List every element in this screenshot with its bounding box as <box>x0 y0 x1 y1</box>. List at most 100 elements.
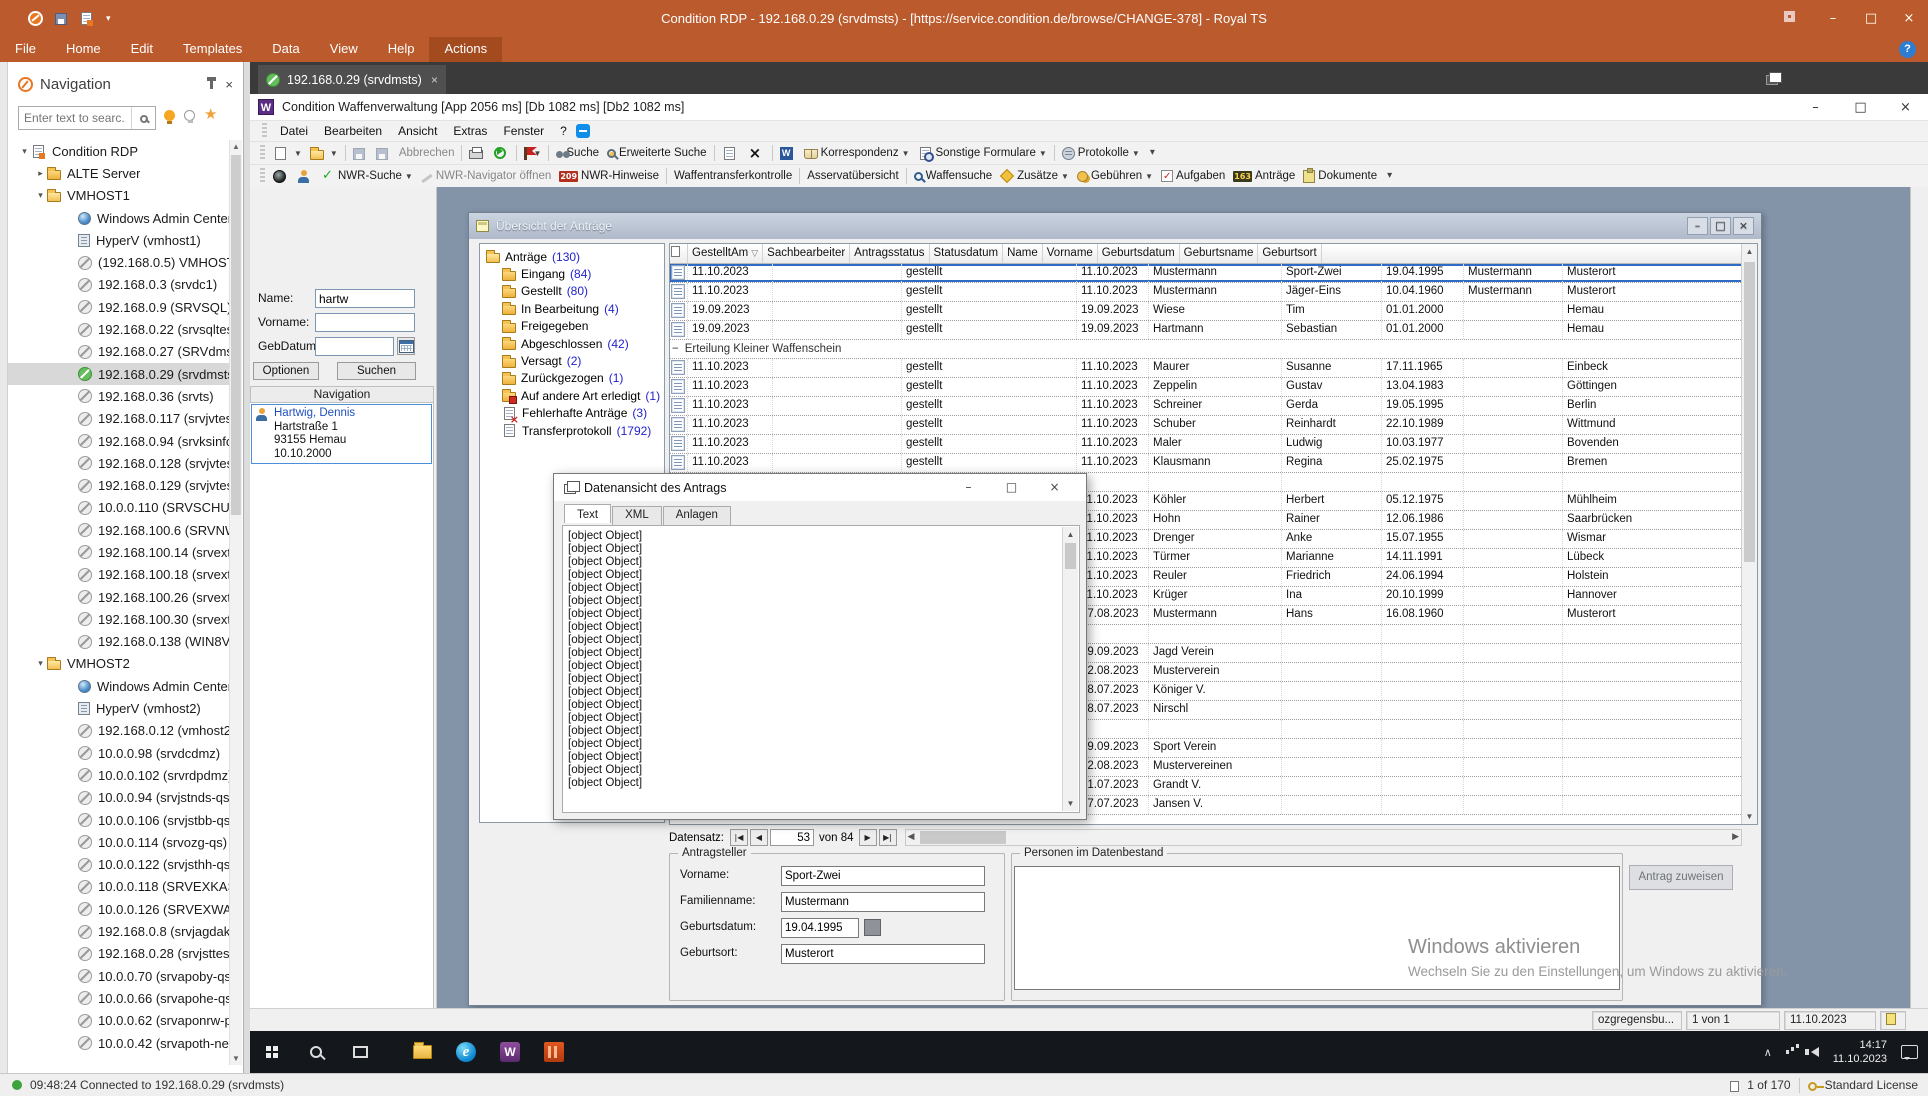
toolbar-button[interactable]: ▼ <box>269 146 306 161</box>
nav-item[interactable]: 10.0.0.62 (srvaponrw-pilot) <box>8 1010 230 1032</box>
nav-item[interactable]: 10.0.0.126 (SRVEXWAFFE) <box>8 898 230 920</box>
tree-item[interactable]: Fehlerhafte Anträge (3) <box>480 405 664 422</box>
menu-item[interactable]: Ansicht <box>391 124 444 138</box>
tree-item[interactable]: Abgeschlossen (42) <box>480 335 664 352</box>
toolbar-button[interactable]: ▼ <box>714 145 715 161</box>
toolbar-button[interactable]: ▼ <box>465 146 490 160</box>
person-card[interactable]: Hartwig, Dennis Hartstraße 1 93155 Hemau… <box>251 404 432 464</box>
layout-grid-icon[interactable] <box>1784 11 1795 22</box>
column-header[interactable]: Geburtsname▽ <box>1180 244 1259 263</box>
nav-item[interactable]: 10.0.0.110 (SRVSCHULUNG <box>8 497 230 519</box>
taskbar-clock[interactable]: 14:17 11.10.2023 <box>1833 1038 1887 1066</box>
toolbar-button[interactable]: Korrespondenz ▼ <box>800 146 914 160</box>
favorites-star-icon[interactable] <box>204 108 218 122</box>
tree-item[interactable]: In Bearbeitung (4) <box>480 300 664 317</box>
search-icon[interactable] <box>140 115 148 123</box>
ribbon-tab[interactable]: Help <box>373 37 430 62</box>
nav-item[interactable]: 192.168.0.36 (srvts) <box>8 385 230 407</box>
nav-item[interactable]: 10.0.0.122 (srvjsthh-qs) <box>8 854 230 876</box>
toolbar-button[interactable]: NWR-Suche ▼ <box>317 168 417 184</box>
toolbar-button[interactable]: ▼ <box>349 146 372 161</box>
nav-item[interactable]: ▾ VMHOST2 <box>8 653 230 675</box>
start-button[interactable] <box>250 1031 294 1073</box>
app-maximize-button[interactable]: □ <box>1838 94 1883 121</box>
child-minimize-button[interactable]: – <box>1687 217 1708 235</box>
nav-item[interactable]: 192.168.100.6 (SRVNWRFL <box>8 519 230 541</box>
file-explorer-icon[interactable] <box>400 1031 444 1073</box>
expander-icon[interactable]: ▾ <box>18 146 31 157</box>
tree-item[interactable]: Versagt (2) <box>480 352 664 369</box>
expander-icon[interactable]: ▸ <box>34 168 47 179</box>
close-button[interactable]: × <box>1890 0 1928 37</box>
tree-item[interactable]: Gestellt (80) <box>480 283 664 300</box>
workspace-scrollbar[interactable] <box>1910 187 1928 1008</box>
bulb-on-icon[interactable] <box>164 110 175 121</box>
table-row[interactable]: − 11.10.2023 gestellt 11.10.2023 Maler L… <box>670 435 1757 454</box>
toolbar-button[interactable]: Aufgaben ▼ <box>1157 169 1229 183</box>
toolbar-button[interactable]: ▼ <box>516 145 517 161</box>
nav-item[interactable]: 10.0.0.66 (srvapohe-qs) <box>8 987 230 1009</box>
toolbar-button[interactable]: ▼ <box>744 145 769 161</box>
column-header[interactable]: Geburtsort▽ <box>1258 244 1321 263</box>
xml-text-area[interactable]: [object Object] [object Object] [object … <box>564 527 1062 811</box>
toolbar-button[interactable]: Waffensuche ▼ <box>910 169 996 183</box>
toolbar-button[interactable]: ▼ <box>772 145 773 161</box>
app-close-button[interactable]: × <box>1883 94 1928 121</box>
close-panel-icon[interactable]: × <box>225 77 233 92</box>
ribbon-tab[interactable]: View <box>315 37 373 62</box>
nav-item[interactable]: 10.0.0.98 (srvdcdmz) <box>8 742 230 764</box>
table-row[interactable]: − 19.09.2023 gestellt 19.09.2023 Wiese T… <box>670 302 1757 321</box>
dialog-tab[interactable]: Anlagen <box>663 506 731 525</box>
table-horizontal-scrollbar[interactable]: ◀▶ <box>905 829 1742 846</box>
ribbon-tab[interactable]: Home <box>51 37 116 62</box>
nav-item[interactable]: 192.168.0.9 (SRVSQL) <box>8 296 230 318</box>
menu-item[interactable]: Extras <box>446 124 494 138</box>
table-row[interactable]: − 19.09.2023 gestellt 19.09.2023 Hartman… <box>670 321 1757 340</box>
field-picker-button[interactable] <box>864 919 881 936</box>
pin-icon[interactable] <box>210 80 213 89</box>
dialog-tab[interactable]: Text <box>564 504 611 523</box>
column-header[interactable]: Sachbearbeiter▽ <box>763 244 850 263</box>
toolbar-button[interactable]: ▼ <box>306 146 342 161</box>
toolbar-button[interactable]: ▼ <box>1144 145 1169 161</box>
toolbar-button[interactable]: ▼ <box>345 145 346 161</box>
taskbar-search-icon[interactable] <box>294 1031 338 1073</box>
column-header[interactable]: Statusdatum▽ <box>930 244 1004 263</box>
field-input[interactable] <box>781 944 985 964</box>
table-scrollbar[interactable]: ▲▼ <box>1741 244 1757 824</box>
table-row[interactable]: − 11.10.2023 gestellt 11.10.2023 Musterm… <box>670 283 1757 302</box>
nav-item[interactable]: 192.168.0.12 (vmhost2) <box>8 720 230 742</box>
nav-item[interactable]: 192.168.0.29 (srvdmsts) <box>8 363 230 385</box>
menu-item[interactable]: Fenster <box>496 124 551 138</box>
toolbar-button[interactable]: ▼ <box>718 146 744 161</box>
nav-item[interactable]: 192.168.0.94 (srvksinfoma <box>8 430 230 452</box>
speaker-icon[interactable] <box>1811 1047 1819 1057</box>
dialog-minimize-button[interactable]: – <box>947 474 990 501</box>
maximize-button[interactable]: □ <box>1852 0 1890 37</box>
toolbar-button[interactable]: ▼ <box>666 168 667 184</box>
nav-item[interactable]: ▾ VMHOST1 <box>8 185 230 207</box>
nav-item[interactable]: 192.168.100.18 (srvextest0 <box>8 564 230 586</box>
optionen-button[interactable]: Optionen <box>253 362 319 380</box>
help-icon[interactable]: ? <box>1899 41 1916 58</box>
dialog-close-button[interactable]: × <box>1033 474 1076 501</box>
expander-icon[interactable]: ▾ <box>34 658 47 669</box>
nav-item[interactable]: 192.168.0.117 (srvjvtestdev <box>8 408 230 430</box>
ribbon-tab[interactable]: File <box>0 37 51 62</box>
toolbar-button[interactable]: 209 NWR-Hinweise ▼ <box>555 169 663 183</box>
nav-item[interactable]: (192.168.0.5) VMHOST1 <box>8 251 230 273</box>
last-record-button[interactable]: ▶| <box>879 829 897 846</box>
nav-item[interactable]: 10.0.0.42 (srvapoth-neu) <box>8 1032 230 1054</box>
field-input[interactable] <box>781 892 985 912</box>
expander-icon[interactable]: ▾ <box>34 190 47 201</box>
field-input[interactable] <box>781 918 859 938</box>
next-record-button[interactable]: ▶ <box>859 829 877 846</box>
nav-item[interactable]: 192.168.0.128 (srvjvtestpro <box>8 452 230 474</box>
toolbar-button[interactable]: ▼ <box>799 168 800 184</box>
toolbar-button[interactable]: Suche ▼ <box>552 146 603 160</box>
dialog-maximize-button[interactable]: □ <box>990 474 1033 501</box>
ribbon-tab[interactable]: Data <box>257 37 314 62</box>
network-icon[interactable] <box>1786 1050 1789 1054</box>
nav-item[interactable]: 192.168.0.3 (srvdc1) <box>8 274 230 296</box>
action-center-icon[interactable] <box>1901 1045 1918 1059</box>
